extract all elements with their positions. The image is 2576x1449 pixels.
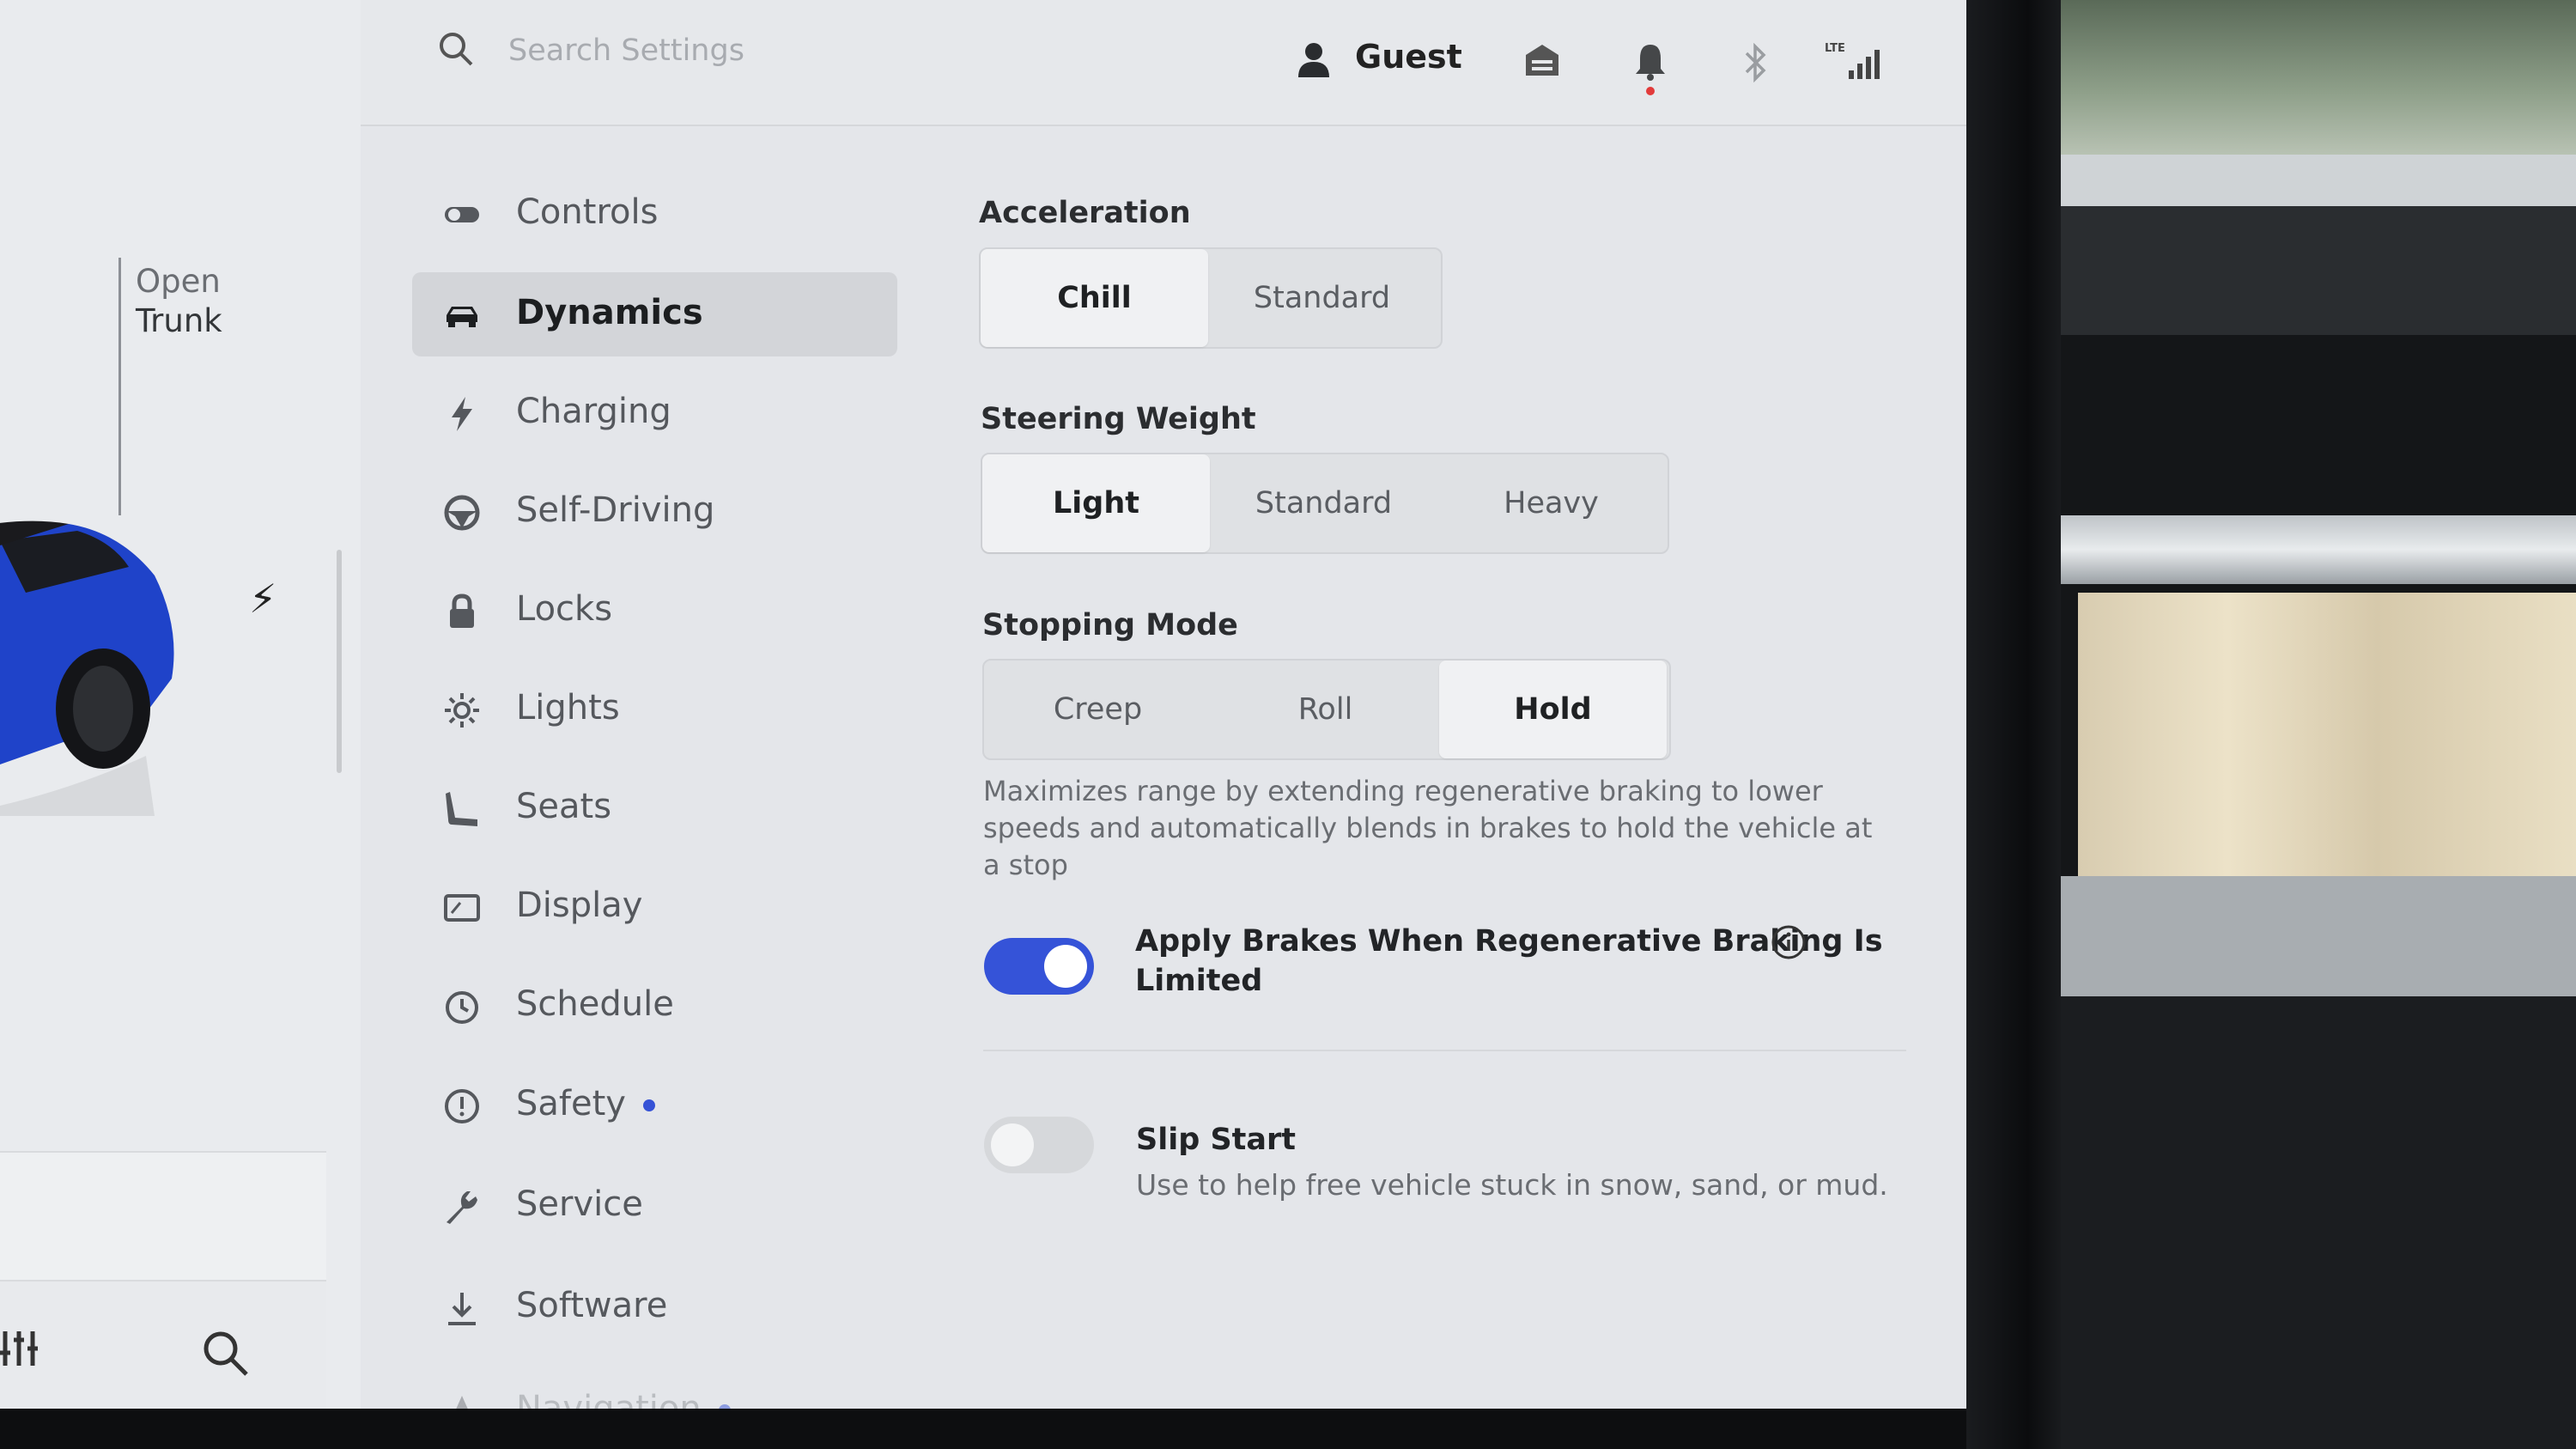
search-icon[interactable] (202, 1330, 250, 1378)
stopping-creep-option[interactable]: Creep (984, 661, 1212, 758)
car-panel-scrollbar[interactable] (337, 550, 342, 773)
steering-wheel-icon (444, 495, 480, 531)
open-trunk-line2: Trunk (136, 302, 222, 339)
search-settings-input[interactable] (507, 24, 1025, 77)
sidebar-item-label: Self-Driving (516, 490, 715, 530)
steering-light-option[interactable]: Light (982, 454, 1210, 552)
sidebar-item-service[interactable]: Service (412, 1164, 897, 1248)
notification-dot (642, 1099, 655, 1111)
sidebar-item-label: Navigation (516, 1389, 731, 1409)
steering-weight-title: Steering Weight (981, 402, 1256, 436)
sidebar-item-dynamics[interactable]: Dynamics (412, 272, 897, 356)
bolt-icon (452, 397, 472, 431)
info-icon[interactable] (1771, 924, 1807, 960)
cellular-signal-icon: LTE (1825, 42, 1880, 79)
sidebar-item-seats[interactable]: Seats (412, 766, 897, 850)
sidebar-item-self-driving[interactable]: Self-Driving (412, 470, 897, 554)
sidebar-item-label: Charging (516, 392, 671, 431)
download-icon (448, 1293, 476, 1325)
dash-trim (2061, 155, 2576, 206)
sidebar-item-charging[interactable]: Charging (412, 371, 897, 455)
car-image (0, 521, 174, 816)
equalizer-icon[interactable] (0, 1327, 52, 1370)
display-icon (444, 894, 480, 922)
stopping-roll-option[interactable]: Roll (1212, 661, 1439, 758)
toggle-icon (445, 207, 479, 222)
toggle-knob (991, 1123, 1034, 1166)
slip-start-subtitle: Use to help free vehicle stuck in snow, … (1136, 1168, 1888, 1202)
sidebar-item-label: Lights (516, 688, 620, 728)
chrome-strip (2061, 515, 2576, 584)
trunk-divider (118, 258, 121, 515)
stopping-hold-option[interactable]: Hold (1439, 661, 1667, 758)
steering-heavy-option[interactable]: Heavy (1437, 454, 1665, 552)
touchscreen: Open Trunk ⚡︎ Search Settings Guest LTE … (0, 0, 2001, 1409)
acceleration-chill-option[interactable]: Chill (981, 249, 1208, 347)
clock-icon (446, 991, 478, 1024)
sidebar-item-schedule[interactable]: Schedule (412, 964, 897, 1048)
car-interior (2061, 0, 2576, 1449)
user-icon[interactable] (1297, 41, 1331, 77)
section-divider (983, 1050, 1906, 1051)
dash-dark-trim (2061, 206, 2576, 335)
profile-name[interactable]: Guest (1355, 38, 1462, 76)
stopping-mode-selector: Creep Roll Hold (982, 659, 1671, 760)
sidebar-item-label: Seats (516, 787, 612, 826)
open-trunk-button[interactable]: Open Trunk (136, 262, 222, 341)
sidebar-item-navigation[interactable]: Navigation (412, 1368, 897, 1409)
sidebar-item-safety[interactable]: Safety (412, 1063, 897, 1148)
sidebar-item-label: Software (516, 1286, 668, 1325)
search-icon (440, 33, 473, 66)
lower-trim (2061, 876, 2576, 996)
charging-bolt-icon: ⚡︎ (249, 575, 277, 622)
dash-lower (2061, 996, 2576, 1449)
sidebar-item-lights[interactable]: Lights (412, 667, 897, 752)
acceleration-selector: Chill Standard (979, 247, 1443, 349)
sidebar-item-label: Dynamics (516, 293, 703, 332)
slip-start-toggle[interactable] (984, 1117, 1094, 1173)
slip-start-title: Slip Start (1136, 1123, 1296, 1157)
acceleration-standard-option[interactable]: Standard (1208, 249, 1436, 347)
garage-icon[interactable] (1524, 43, 1560, 77)
bell-icon[interactable] (1633, 43, 1668, 96)
sidebar-item-label: Locks (516, 589, 613, 629)
wood-panel (2078, 593, 2576, 876)
alert-icon (445, 1089, 479, 1123)
open-trunk-line1: Open (136, 263, 221, 300)
sidebar-item-label: Schedule (516, 984, 674, 1024)
sidebar-item-display[interactable]: Display (412, 865, 897, 949)
seat-icon (446, 792, 477, 826)
apply-brakes-label-line2: Limited (1135, 964, 1263, 998)
car-icon (447, 307, 477, 327)
car-panel: Open Trunk ⚡︎ (0, 0, 361, 1409)
steering-standard-option[interactable]: Standard (1210, 454, 1437, 552)
sidebar-item-label: Service (516, 1184, 643, 1224)
lock-icon (450, 594, 474, 628)
steering-weight-selector: Light Standard Heavy (981, 453, 1669, 554)
sidebar-item-controls[interactable]: Controls (412, 172, 897, 256)
stopping-mode-description: Maximizes range by extending regenerativ… (983, 775, 1873, 881)
screen-bezel (1966, 0, 2069, 1449)
bluetooth-icon[interactable] (1743, 43, 1769, 82)
screen-bottom-frame (0, 1409, 2001, 1449)
navigation-icon (456, 1396, 468, 1409)
sidebar-item-label: Controls (516, 192, 659, 232)
lte-label: LTE (1825, 42, 1845, 55)
toggle-knob (1044, 945, 1087, 988)
window-view (2061, 0, 2576, 155)
apply-brakes-toggle[interactable] (984, 938, 1094, 995)
sidebar-item-software[interactable]: Software (412, 1265, 897, 1349)
sidebar-item-label: Safety (516, 1084, 655, 1123)
wrench-icon (447, 1191, 477, 1224)
acceleration-title: Acceleration (979, 196, 1191, 230)
sidebar-item-locks[interactable]: Locks (412, 569, 897, 653)
sun-icon (445, 693, 479, 728)
sidebar-item-label: Display (516, 886, 643, 925)
stopping-mode-title: Stopping Mode (982, 608, 1238, 642)
